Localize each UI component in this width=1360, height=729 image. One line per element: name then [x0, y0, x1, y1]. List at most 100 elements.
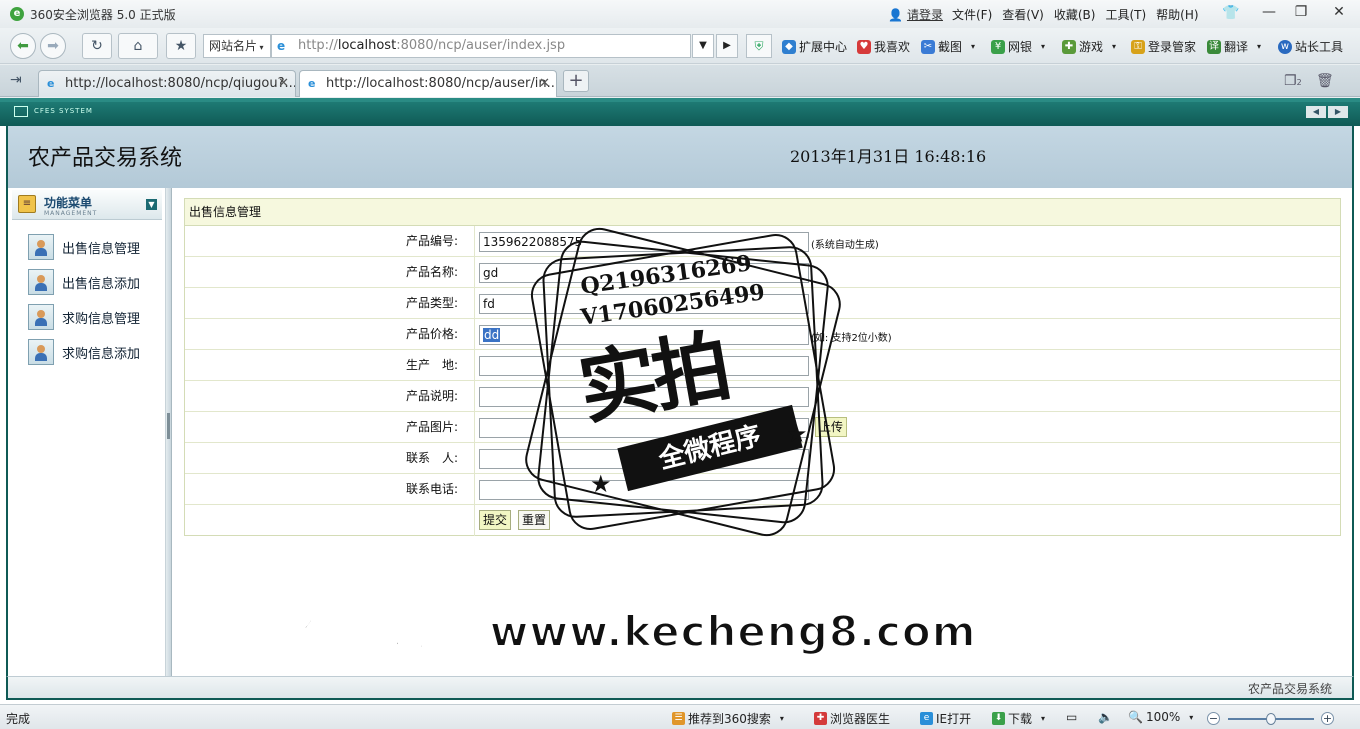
close-window-button[interactable]: ✕ — [1322, 3, 1356, 23]
download-icon: ⬇ — [992, 712, 1005, 725]
address-bar[interactable]: http://localhost:8080/ncp/auser/index.js… — [271, 34, 691, 58]
chevron-down-icon: ▼ — [699, 40, 707, 51]
home-icon: ⌂ — [133, 38, 143, 54]
menu-subtitle: MANAGEMENT — [44, 210, 98, 217]
toolbar-screenshot[interactable]: ✂ 截图 ▾ — [921, 38, 975, 55]
tabs-icon: ❐ — [1284, 73, 1297, 89]
menu-item-purchase-manage[interactable]: 求购信息管理 — [28, 304, 140, 330]
toolbar-translate[interactable]: 译 翻译 ▾ — [1207, 38, 1261, 55]
status-recommend[interactable]: ☰ 推荐到360搜索 ▾ — [672, 710, 784, 727]
system-name: CFES SYSTEM — [34, 107, 93, 115]
heart-icon: ♥ — [857, 39, 871, 54]
browser-title-bar: e 360安全浏览器 5.0 正式版 👤 请登录 文件(F) 查看(V) 收藏(B… — [0, 0, 1360, 28]
login-link[interactable]: 👤 请登录 — [888, 6, 943, 23]
screenshot-icon: ✂ — [921, 39, 935, 54]
current-datetime: 2013年1月31日 16:48:16 — [790, 147, 987, 166]
browser-nav-toolbar: ⬅ ➡ ↻ ⌂ ★ 网站名片 ▾ http://localhost:8080/n… — [0, 28, 1360, 64]
menu-folder-icon: ≡ — [18, 195, 36, 213]
star-icon: ★ — [174, 38, 188, 54]
status-ie-open[interactable]: e IE打开 — [920, 710, 971, 727]
menu-help[interactable]: 帮助(H) — [1156, 6, 1198, 23]
browser-logo-icon: e — [10, 7, 24, 21]
page-footer: 农产品交易系统 — [6, 676, 1354, 700]
toolbar-extensions[interactable]: ◆ 扩展中心 — [782, 38, 847, 55]
browser-menubar: 文件(F) 查看(V) 收藏(B) 工具(T) 帮助(H) — [952, 6, 1199, 23]
status-download[interactable]: ⬇ 下载 ▾ — [992, 710, 1045, 727]
key-icon: ⚿ — [1131, 39, 1145, 54]
submit-button[interactable]: 提交 — [479, 510, 512, 530]
recommend-icon: ☰ — [672, 712, 685, 725]
menu-tools[interactable]: 工具(T) — [1105, 6, 1146, 23]
menu-item-sale-add[interactable]: 出售信息添加 — [28, 269, 140, 295]
bank-icon: ¥ — [991, 39, 1005, 54]
page-header: 农产品交易系统 2013年1月31日 16:48:16 — [6, 126, 1354, 188]
favorite-button[interactable]: ★ — [166, 33, 196, 59]
watermark-text: 更多作品访问 www.kecheng8.com — [215, 606, 977, 657]
shield-icon: ⛨ — [754, 39, 764, 53]
zoom-slider-thumb[interactable] — [1266, 713, 1276, 725]
splitter-grip[interactable] — [167, 413, 170, 439]
collapse-icon[interactable]: ▼ — [146, 199, 157, 210]
system-bar-arrows: ◀ ▶ — [1306, 106, 1348, 118]
next-arrow-icon[interactable]: ▶ — [1328, 106, 1348, 118]
maximize-button[interactable]: ❐ — [1284, 3, 1318, 23]
volume-icon: 🔈 — [1098, 710, 1113, 724]
user-icon — [28, 234, 54, 260]
minimize-button[interactable]: — — [1252, 3, 1286, 23]
game-icon: ✚ — [1062, 39, 1076, 54]
footer-text: 农产品交易系统 — [1247, 682, 1332, 696]
site-title: 农产品交易系统 — [28, 146, 183, 171]
menu-favorites[interactable]: 收藏(B) — [1054, 6, 1096, 23]
security-shield-button[interactable]: ⛨ — [746, 34, 772, 58]
menu-title: 功能菜单 — [44, 196, 93, 210]
toolbar-webmaster[interactable]: w 站长工具 — [1278, 38, 1343, 55]
prev-arrow-icon[interactable]: ◀ — [1306, 106, 1326, 118]
toolbar-bank[interactable]: ¥ 网银 ▾ — [991, 38, 1045, 55]
refresh-icon: ↻ — [91, 38, 103, 54]
tab-qiugou[interactable]: e http://localhost:8080/ncp/qiugou?... ✕ — [38, 70, 296, 97]
close-tab-icon[interactable]: ✕ — [278, 71, 289, 97]
arrow-left-icon: ⬅ — [17, 38, 29, 54]
status-window-icon[interactable]: ▭ — [1066, 710, 1077, 724]
address-history-button[interactable]: ▼ — [692, 34, 714, 58]
sidebar-toggle-icon[interactable]: ⇥ — [10, 72, 22, 88]
new-tab-button[interactable]: + — [563, 70, 589, 92]
site-card-dropdown[interactable]: 网站名片 ▾ — [203, 34, 271, 58]
minus-icon: − — [1208, 712, 1219, 725]
toolbar-login-manager[interactable]: ⚿ 登录管家 — [1131, 38, 1196, 55]
status-volume[interactable]: 🔈 — [1098, 710, 1113, 724]
back-button[interactable]: ⬅ — [10, 33, 36, 59]
refresh-button[interactable]: ↻ — [82, 33, 112, 59]
menu-file[interactable]: 文件(F) — [952, 6, 992, 23]
plus-icon: + — [1322, 712, 1333, 725]
monitor-icon — [14, 106, 28, 117]
status-doctor[interactable]: ✚ 浏览器医生 — [814, 710, 890, 727]
tab-auser-index[interactable]: e http://localhost:8080/ncp/auser/in... … — [299, 70, 557, 97]
trash-icon: 🗑 — [1316, 73, 1334, 89]
puzzle-icon: ◆ — [782, 39, 796, 54]
closed-tabs-button[interactable]: ❐2 — [1284, 73, 1302, 89]
status-zoom[interactable]: 🔍 100% ▾ — [1128, 710, 1193, 724]
skin-icon[interactable]: 👕 — [1222, 5, 1239, 21]
forward-button[interactable]: ➡ — [40, 33, 66, 59]
home-button[interactable]: ⌂ — [118, 33, 158, 59]
browser-title: 360安全浏览器 5.0 正式版 — [30, 8, 176, 22]
trash-button[interactable]: 🗑 — [1316, 73, 1334, 89]
menu-view[interactable]: 查看(V) — [1002, 6, 1044, 23]
menu-header: ≡ 功能菜单 MANAGEMENT ▼ — [12, 190, 162, 220]
close-tab-icon[interactable]: ✕ — [539, 71, 550, 97]
menu-item-purchase-add[interactable]: 求购信息添加 — [28, 339, 140, 365]
toolbar-games[interactable]: ✚ 游戏 ▾ — [1062, 38, 1116, 55]
window-icon: ▭ — [1066, 710, 1078, 724]
chevron-down-icon: ▾ — [257, 43, 264, 52]
page-ie-icon: e — [308, 77, 316, 90]
arrow-right-icon: ➡ — [47, 38, 59, 54]
menu-item-sale-manage[interactable]: 出售信息管理 — [28, 234, 140, 260]
zoom-in-button[interactable]: + — [1321, 712, 1334, 725]
magnifier-icon: 🔍 — [1128, 710, 1143, 724]
doctor-icon: ✚ — [814, 712, 827, 725]
user-icon — [28, 269, 54, 295]
toolbar-favorite[interactable]: ♥ 我喜欢 — [857, 38, 910, 55]
go-button[interactable]: ▶ — [716, 34, 738, 58]
zoom-out-button[interactable]: − — [1207, 712, 1220, 725]
